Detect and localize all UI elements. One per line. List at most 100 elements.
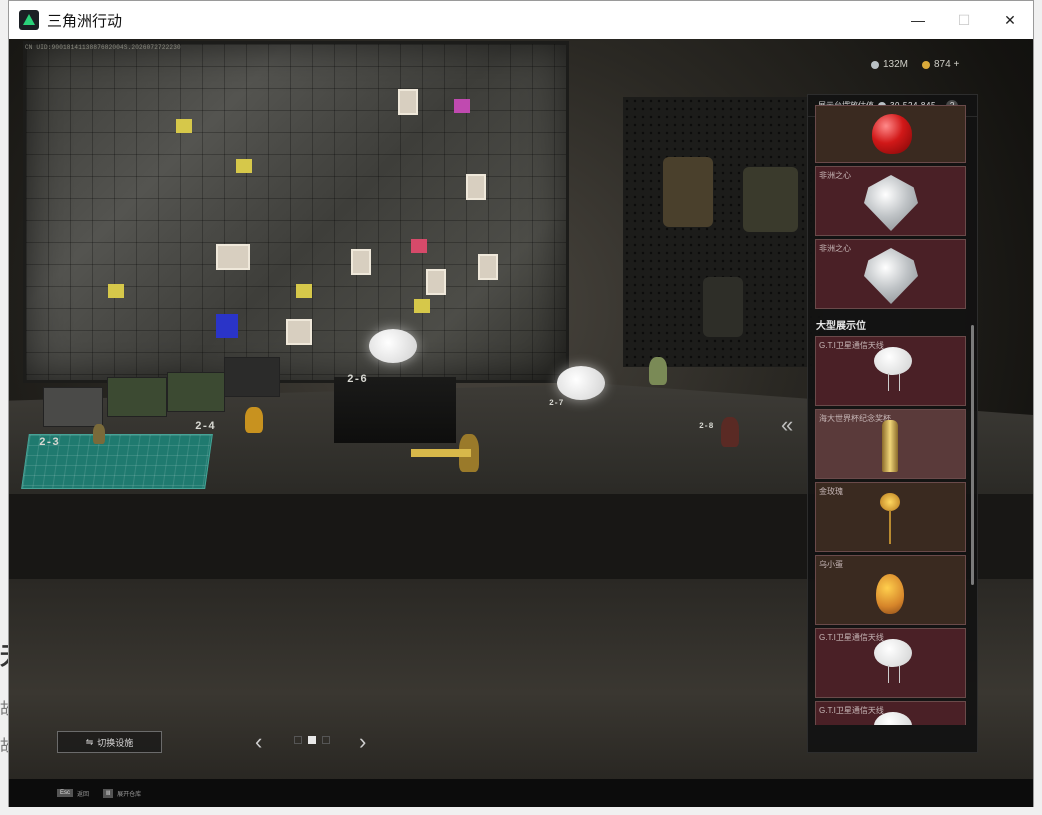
figurine[interactable] xyxy=(245,407,263,433)
app-logo-icon xyxy=(19,10,39,30)
item-name: 乌小蛋 xyxy=(819,560,843,569)
item-card-satellite-antenna[interactable]: G.T.I卫星通信天线 xyxy=(815,628,966,698)
figurine[interactable] xyxy=(649,357,667,385)
esc-hint-label: 返回 xyxy=(77,791,90,798)
panel-scrollbar[interactable] xyxy=(971,325,974,585)
collapse-panel-chevron-icon[interactable]: « xyxy=(781,412,794,438)
dish-stand xyxy=(888,665,900,683)
maximize-button[interactable]: ☐ xyxy=(941,1,987,39)
slot-label: 2-3 xyxy=(39,437,59,449)
game-viewport: 2-3 2-4 2-6 2-7 2-8 CN UID:9001814113887… xyxy=(9,39,1033,807)
swap-icon: ⇋ xyxy=(85,736,94,747)
slot-label: 2-7 xyxy=(549,399,564,408)
player-uid: CN UID:9001814113887682004S.202607272223… xyxy=(25,44,181,51)
item-name: G.T.I卫星通信天线 xyxy=(819,341,884,350)
minimize-button[interactable]: — xyxy=(895,1,941,39)
silver-coin-icon xyxy=(871,60,879,69)
page-dot[interactable] xyxy=(322,736,330,744)
esc-keycap: Esc xyxy=(57,789,74,797)
item-card-egg-figure[interactable]: 乌小蛋 xyxy=(815,555,966,625)
item-card-apple[interactable] xyxy=(815,105,966,163)
key-hint-bar: Esc 返回 Ⅲ 展开仓库 xyxy=(9,779,1033,807)
sticky-note xyxy=(296,284,312,298)
rose-icon xyxy=(880,493,900,511)
warehouse-keycap: Ⅲ xyxy=(103,788,114,798)
silver-currency: 132M xyxy=(871,59,908,70)
item-card-satellite-antenna[interactable]: G.T.I卫星通信天线 xyxy=(815,701,966,725)
page-dot-active[interactable] xyxy=(308,736,316,744)
next-page-chevron-icon[interactable]: › xyxy=(359,729,366,755)
item-name: G.T.I卫星通信天线 xyxy=(819,633,884,642)
esc-hint[interactable]: Esc 返回 xyxy=(57,789,89,798)
figurine[interactable] xyxy=(93,424,105,444)
figurine[interactable] xyxy=(721,417,739,447)
item-name: 金玫瑰 xyxy=(819,487,843,496)
slot-label: 2-8 xyxy=(699,422,714,431)
dish-stand xyxy=(888,373,900,391)
slot-label: 2-6 xyxy=(347,374,367,386)
panel-item-list[interactable]: 非洲之心 非洲之心 大型展示位 G.T.I卫星通信天线 海大世界杯纪念奖杯 金玫… xyxy=(815,105,968,725)
item-name: G.T.I卫星通信天线 xyxy=(819,706,884,715)
window-controls: — ☐ ✕ xyxy=(895,1,1033,39)
item-card-heart-of-africa[interactable]: 非洲之心 xyxy=(815,166,966,236)
gear-pegboard xyxy=(623,97,823,367)
backpack xyxy=(703,277,743,337)
prev-page-chevron-icon[interactable]: ‹ xyxy=(255,729,262,755)
pinned-photo xyxy=(466,174,486,200)
apple-icon xyxy=(872,114,912,154)
sticky-note xyxy=(411,239,427,253)
satellite-dish-on-pedestal[interactable] xyxy=(369,329,417,363)
item-name: 非洲之心 xyxy=(819,244,851,253)
warehouse-hint[interactable]: Ⅲ 展开仓库 xyxy=(103,788,142,798)
ammo-crate xyxy=(167,372,225,412)
section-title-large-display: 大型展示位 xyxy=(816,321,866,332)
pinned-photo xyxy=(351,249,371,275)
sticky-note xyxy=(414,299,430,313)
satellite-dish-icon xyxy=(874,347,912,375)
tactical-vest xyxy=(743,167,798,232)
item-name: 海大世界杯纪念奖杯 xyxy=(819,414,891,423)
slot-label: 2-4 xyxy=(195,421,215,433)
item-card-golden-rose[interactable]: 金玫瑰 xyxy=(815,482,966,552)
pinned-photo xyxy=(478,254,498,280)
warehouse-hint-label: 展开仓库 xyxy=(117,791,142,798)
egg-icon xyxy=(876,574,904,614)
window-title: 三角洲行动 xyxy=(47,12,123,30)
rose-stem xyxy=(889,510,891,544)
satellite-dish-on-table[interactable] xyxy=(557,366,605,400)
pinned-photo xyxy=(286,319,312,345)
switch-facility-button[interactable]: ⇋ 切换设施 xyxy=(57,731,162,753)
ammo-crate xyxy=(107,377,167,417)
gold-amount: 874 + xyxy=(934,59,960,70)
sticky-note xyxy=(236,159,252,173)
gold-currency[interactable]: 874 + xyxy=(922,59,959,70)
tool-case xyxy=(224,357,280,397)
switch-facility-label: 切换设施 xyxy=(97,737,134,748)
pinned-photo xyxy=(426,269,446,295)
diamond-icon xyxy=(864,175,918,231)
display-pedestal[interactable] xyxy=(334,377,456,443)
item-name: 非洲之心 xyxy=(819,171,851,180)
item-card-trophy[interactable]: 海大世界杯纪念奖杯 xyxy=(815,409,966,479)
game-window: 三角洲行动 — ☐ ✕ 2-3 2-4 2-6 2-7 2-8 CN UID:9… xyxy=(8,0,1034,807)
pinned-photo xyxy=(216,244,250,270)
satellite-dish-icon xyxy=(874,639,912,667)
close-button[interactable]: ✕ xyxy=(987,1,1033,39)
nameplate xyxy=(411,449,471,457)
silver-amount: 132M xyxy=(883,59,909,70)
title-bar: 三角洲行动 — ☐ ✕ xyxy=(9,1,1033,39)
sticky-note xyxy=(454,99,470,113)
display-inventory-panel: 展示台摆放估值 30,524,845 ? 非洲之心 非洲之心 大型展示 xyxy=(807,94,978,753)
tool-case xyxy=(43,387,103,427)
sticky-note xyxy=(108,284,124,298)
item-card-satellite-antenna[interactable]: G.T.I卫星通信天线 xyxy=(815,336,966,406)
trophy-icon xyxy=(882,420,898,472)
diamond-icon xyxy=(864,248,918,304)
sticky-note xyxy=(216,314,238,338)
page-dot[interactable] xyxy=(294,736,302,744)
tactical-map-board xyxy=(23,41,569,383)
item-card-heart-of-africa[interactable]: 非洲之心 xyxy=(815,239,966,309)
gold-coin-icon xyxy=(922,60,930,69)
tactical-vest xyxy=(663,157,713,227)
pinned-photo xyxy=(398,89,418,115)
